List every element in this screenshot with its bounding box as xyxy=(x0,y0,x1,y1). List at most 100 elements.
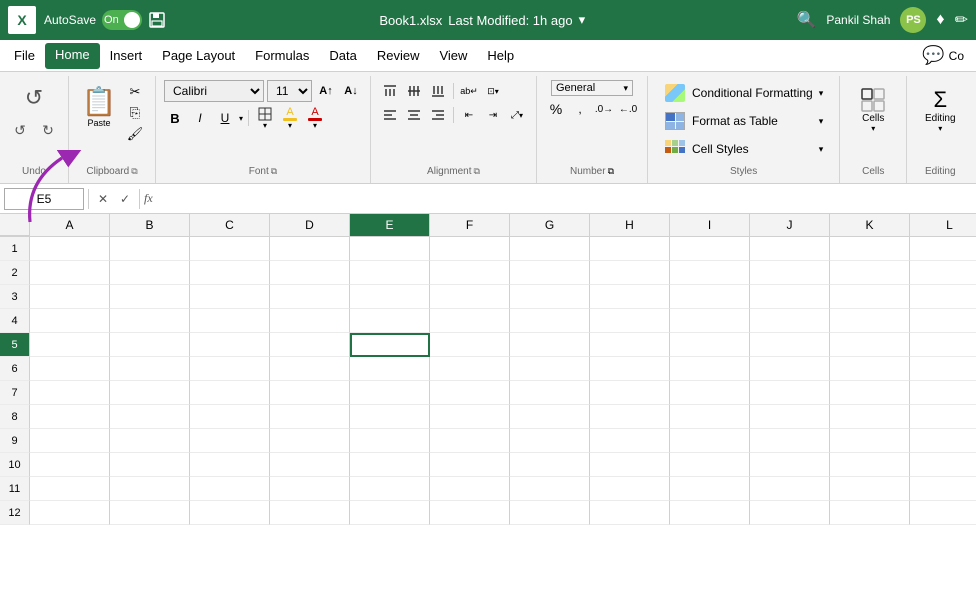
border-button[interactable]: ▾ xyxy=(254,107,276,130)
font-color-button[interactable]: A ▾ xyxy=(304,106,326,130)
cell-K11[interactable] xyxy=(830,477,910,501)
cell-E12[interactable] xyxy=(350,501,430,525)
cell-J8[interactable] xyxy=(750,405,830,429)
col-header-H[interactable]: H xyxy=(590,214,670,236)
cell-F9[interactable] xyxy=(430,429,510,453)
undo-small-button[interactable]: ↺ xyxy=(8,120,32,140)
cell-J2[interactable] xyxy=(750,261,830,285)
cell-H8[interactable] xyxy=(590,405,670,429)
search-icon[interactable]: 🔍 xyxy=(796,10,816,30)
cell-J4[interactable] xyxy=(750,309,830,333)
cell-D4[interactable] xyxy=(270,309,350,333)
menu-file[interactable]: File xyxy=(4,44,45,67)
cell-E11[interactable] xyxy=(350,477,430,501)
align-right-button[interactable] xyxy=(427,104,449,126)
cell-L1[interactable] xyxy=(910,237,976,261)
cell-F12[interactable] xyxy=(430,501,510,525)
cell-L7[interactable] xyxy=(910,381,976,405)
cell-H1[interactable] xyxy=(590,237,670,261)
cell-K7[interactable] xyxy=(830,381,910,405)
cell-K9[interactable] xyxy=(830,429,910,453)
cell-B2[interactable] xyxy=(110,261,190,285)
cell-I12[interactable] xyxy=(670,501,750,525)
cell-I9[interactable] xyxy=(670,429,750,453)
cell-D1[interactable] xyxy=(270,237,350,261)
cell-C11[interactable] xyxy=(190,477,270,501)
cell-G8[interactable] xyxy=(510,405,590,429)
cell-E6[interactable] xyxy=(350,357,430,381)
cell-A8[interactable] xyxy=(30,405,110,429)
conditional-formatting-arrow[interactable]: ▾ xyxy=(819,88,824,99)
row-header-8[interactable]: 8 xyxy=(0,405,30,429)
menu-review[interactable]: Review xyxy=(367,44,430,67)
format-as-table-arrow[interactable]: ▾ xyxy=(819,116,824,127)
cell-C8[interactable] xyxy=(190,405,270,429)
cell-I5[interactable] xyxy=(670,333,750,357)
cell-D11[interactable] xyxy=(270,477,350,501)
cell-C2[interactable] xyxy=(190,261,270,285)
cell-H6[interactable] xyxy=(590,357,670,381)
menu-view[interactable]: View xyxy=(429,44,477,67)
menu-insert[interactable]: Insert xyxy=(100,44,153,67)
cell-L4[interactable] xyxy=(910,309,976,333)
font-grow-button[interactable]: A↑ xyxy=(315,80,337,102)
cell-A6[interactable] xyxy=(30,357,110,381)
underline-button[interactable]: U xyxy=(214,107,236,129)
editing-button[interactable]: Σ Editing ▾ xyxy=(915,84,965,136)
italic-button[interactable]: I xyxy=(189,107,211,129)
row-header-1[interactable]: 1 xyxy=(0,237,30,261)
col-header-F[interactable]: F xyxy=(430,214,510,236)
cell-B12[interactable] xyxy=(110,501,190,525)
cell-L9[interactable] xyxy=(910,429,976,453)
menu-home[interactable]: Home xyxy=(45,43,100,69)
cell-E3[interactable] xyxy=(350,285,430,309)
cell-G10[interactable] xyxy=(510,453,590,477)
save-icon[interactable] xyxy=(146,9,168,31)
cell-J9[interactable] xyxy=(750,429,830,453)
cell-A7[interactable] xyxy=(30,381,110,405)
cell-L10[interactable] xyxy=(910,453,976,477)
col-header-C[interactable]: C xyxy=(190,214,270,236)
cell-F7[interactable] xyxy=(430,381,510,405)
cell-E4[interactable] xyxy=(350,309,430,333)
cell-J6[interactable] xyxy=(750,357,830,381)
cell-J1[interactable] xyxy=(750,237,830,261)
row-header-11[interactable]: 11 xyxy=(0,477,30,501)
cell-D2[interactable] xyxy=(270,261,350,285)
cell-G12[interactable] xyxy=(510,501,590,525)
underline-arrow[interactable]: ▾ xyxy=(239,114,243,123)
cell-H4[interactable] xyxy=(590,309,670,333)
cell-B8[interactable] xyxy=(110,405,190,429)
cell-J5[interactable] xyxy=(750,333,830,357)
cell-B11[interactable] xyxy=(110,477,190,501)
cell-I2[interactable] xyxy=(670,261,750,285)
menu-page-layout[interactable]: Page Layout xyxy=(152,44,245,67)
cell-H11[interactable] xyxy=(590,477,670,501)
row-header-3[interactable]: 3 xyxy=(0,285,30,309)
row-header-2[interactable]: 2 xyxy=(0,261,30,285)
cell-H9[interactable] xyxy=(590,429,670,453)
cell-B3[interactable] xyxy=(110,285,190,309)
cell-K4[interactable] xyxy=(830,309,910,333)
cell-E1[interactable] xyxy=(350,237,430,261)
cell-A3[interactable] xyxy=(30,285,110,309)
cell-I4[interactable] xyxy=(670,309,750,333)
menu-help[interactable]: Help xyxy=(477,44,524,67)
cell-D10[interactable] xyxy=(270,453,350,477)
cell-L8[interactable] xyxy=(910,405,976,429)
cell-B4[interactable] xyxy=(110,309,190,333)
cell-F1[interactable] xyxy=(430,237,510,261)
col-header-D[interactable]: D xyxy=(270,214,350,236)
cell-K8[interactable] xyxy=(830,405,910,429)
cells-insert-button[interactable]: Cells ▾ xyxy=(848,84,898,136)
cell-K2[interactable] xyxy=(830,261,910,285)
cell-L2[interactable] xyxy=(910,261,976,285)
wrap-text-button[interactable]: ab↵ xyxy=(458,80,480,102)
cell-K5[interactable] xyxy=(830,333,910,357)
cell-A10[interactable] xyxy=(30,453,110,477)
cell-C3[interactable] xyxy=(190,285,270,309)
cell-G7[interactable] xyxy=(510,381,590,405)
cell-C5[interactable] xyxy=(190,333,270,357)
col-header-G[interactable]: G xyxy=(510,214,590,236)
cell-reference-input[interactable] xyxy=(4,188,84,210)
